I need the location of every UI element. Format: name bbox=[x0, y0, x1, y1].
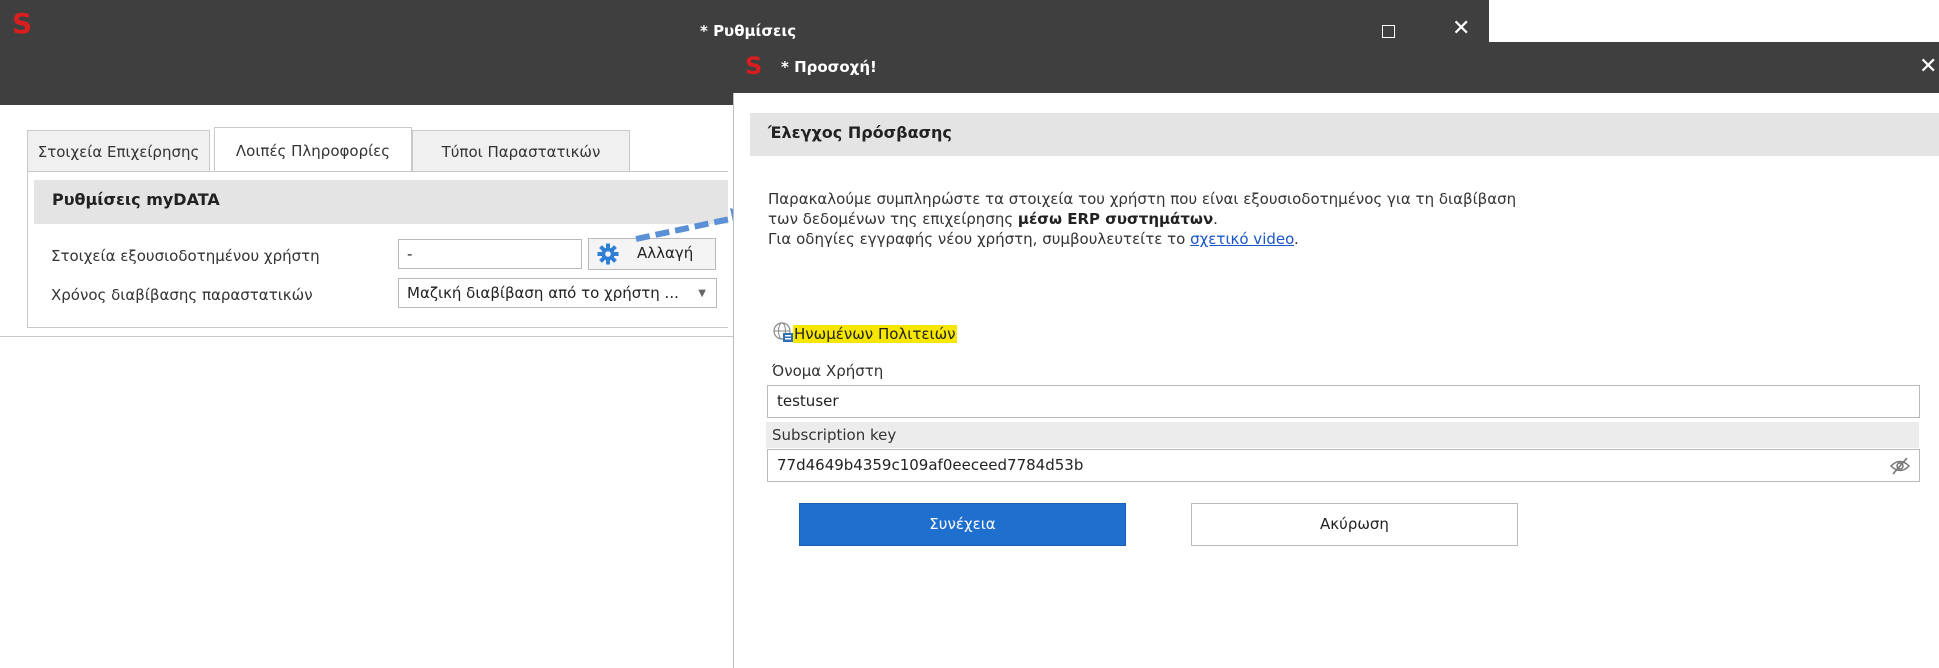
eye-off-icon[interactable] bbox=[1889, 456, 1911, 476]
globe-icon bbox=[773, 322, 793, 342]
tab-document-types[interactable]: Τύποι Παραστατικών bbox=[412, 130, 630, 171]
tab-business-info[interactable]: Στοιχεία Επιχείρησης bbox=[27, 130, 210, 171]
username-input[interactable]: testuser bbox=[767, 385, 1920, 418]
username-label: Όνομα Χρήστη bbox=[772, 362, 884, 380]
transmission-time-select[interactable]: Μαζική διαβίβαση από το χρήστη ... ▼ bbox=[398, 278, 717, 308]
panel-header: Ρυθμίσεις myDATA bbox=[34, 180, 728, 224]
dialog-titlebar: S * Προσοχή! ✕ bbox=[733, 42, 1939, 93]
app-logo-icon: S bbox=[745, 52, 763, 80]
section-header: Έλεγχος Πρόσβασης bbox=[750, 113, 1939, 156]
panel-title: Ρυθμίσεις myDATA bbox=[52, 190, 220, 209]
cancel-button[interactable]: Ακύρωση bbox=[1191, 503, 1518, 546]
gear-icon bbox=[597, 243, 619, 265]
window-title: * Ρυθμίσεις bbox=[700, 22, 797, 40]
change-button-label: Αλλαγή bbox=[637, 244, 694, 262]
video-link[interactable]: σχετικό video bbox=[1190, 230, 1294, 248]
chevron-down-icon: ▼ bbox=[698, 288, 706, 299]
continue-button[interactable]: Συνέχεια bbox=[799, 503, 1126, 546]
dialog-title: * Προσοχή! bbox=[781, 58, 877, 76]
instructions-line-3: Για οδηγίες εγγραφής νέου χρήστη, συμβου… bbox=[768, 230, 1299, 248]
access-dialog: S * Προσοχή! ✕ Έλεγχος Πρόσβασης Παρακαλ… bbox=[733, 42, 1939, 668]
instructions-punct: . bbox=[1294, 230, 1299, 248]
authorized-user-label: Στοιχεία εξουσιοδοτημένου χρήστη bbox=[51, 247, 320, 265]
instructions-line-2: των δεδομένων της επιχείρησης μέσω ERP σ… bbox=[768, 210, 1218, 228]
instructions-bold: μέσω ERP συστημάτων bbox=[1017, 210, 1214, 228]
tab-other-info[interactable]: Λοιπές Πληροφορίες bbox=[214, 127, 412, 172]
instructions-line-1: Παρακαλούμε συμπληρώστε τα στοιχεία του … bbox=[768, 190, 1517, 208]
auth-provider-label[interactable]: Ηνωμένων Πολιτειών bbox=[793, 325, 957, 343]
instructions-text: των δεδομένων της επιχείρησης bbox=[768, 210, 1018, 228]
subscription-key-input[interactable]: 77d4649b4359c109af0eeceed7784d53b bbox=[767, 449, 1920, 482]
subscription-key-value: 77d4649b4359c109af0eeceed7784d53b bbox=[777, 456, 1084, 474]
section-title: Έλεγχος Πρόσβασης bbox=[768, 123, 952, 142]
mydata-settings-panel: Ρυθμίσεις myDATA Στοιχεία εξουσιοδοτημέν… bbox=[27, 171, 728, 328]
app-logo-icon: S bbox=[12, 7, 33, 40]
subscription-key-label: Subscription key bbox=[766, 422, 1919, 448]
dialog-border bbox=[733, 93, 734, 668]
instructions-punct: . bbox=[1213, 210, 1218, 228]
maximize-icon[interactable] bbox=[1382, 25, 1395, 38]
divider bbox=[0, 336, 734, 337]
transmission-time-label: Χρόνος διαβίβασης παραστατικών bbox=[51, 286, 313, 304]
transmission-time-value: Μαζική διαβίβαση από το χρήστη ... bbox=[407, 284, 679, 302]
authorized-user-field[interactable]: - bbox=[398, 239, 582, 269]
close-icon[interactable]: ✕ bbox=[1919, 52, 1937, 82]
access-control-panel: Έλεγχος Πρόσβασης Παρακαλούμε συμπληρώστ… bbox=[735, 93, 1939, 668]
close-icon[interactable]: ✕ bbox=[1452, 14, 1470, 44]
instructions-text: Για οδηγίες εγγραφής νέου χρήστη, συμβου… bbox=[768, 230, 1191, 248]
